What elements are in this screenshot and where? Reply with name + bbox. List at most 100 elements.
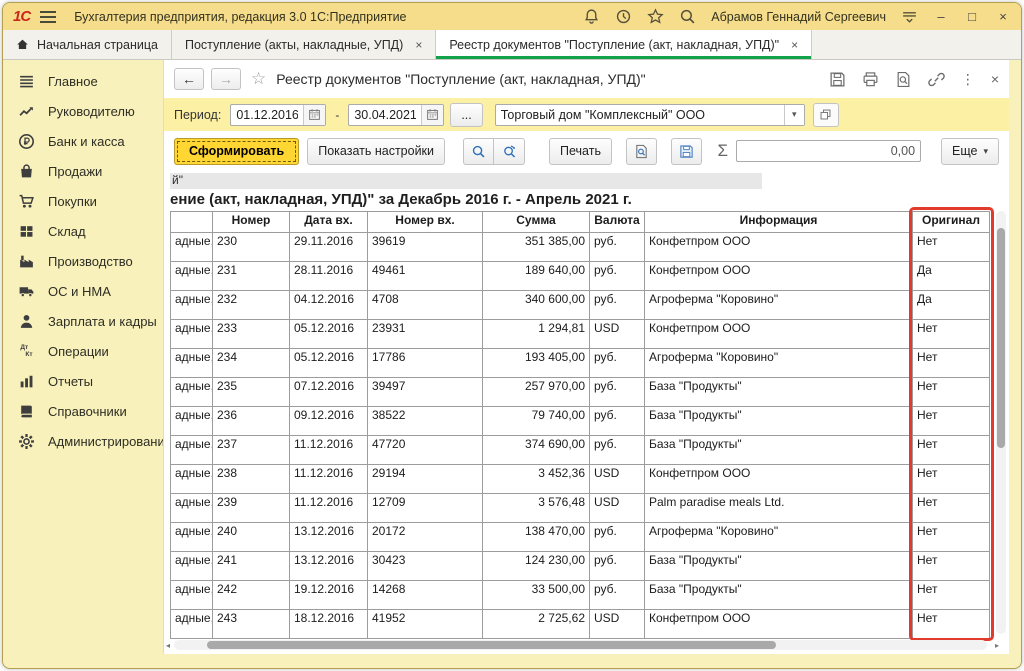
cell-info[interactable]: База "Продукты": [645, 581, 913, 610]
cell-original[interactable]: Нет: [913, 494, 990, 523]
cell-number-in[interactable]: 14268: [368, 581, 483, 610]
add-favorite-star-icon[interactable]: ☆: [251, 69, 266, 89]
cell-original[interactable]: Нет: [913, 378, 990, 407]
horizontal-scrollbar-thumb[interactable]: [207, 641, 776, 649]
tab-close-icon[interactable]: ×: [415, 38, 422, 52]
cell-number-in[interactable]: 23931: [368, 320, 483, 349]
cell-currency[interactable]: USD: [590, 465, 645, 494]
cell-currency[interactable]: USD: [590, 610, 645, 639]
print-button[interactable]: Печать: [549, 138, 612, 165]
cell-currency[interactable]: USD: [590, 320, 645, 349]
cell-sum[interactable]: 79 740,00: [483, 407, 590, 436]
date-from-input[interactable]: [231, 105, 303, 125]
sidebar-item-proizvodstvo[interactable]: Производство: [3, 246, 163, 276]
organization-open-icon[interactable]: [813, 103, 839, 127]
reset-search-icon[interactable]: [494, 138, 525, 165]
cell-number[interactable]: 234: [213, 349, 290, 378]
cell-sum[interactable]: 33 500,00: [483, 581, 590, 610]
sidebar-item-os-i-nma[interactable]: ОС и НМА: [3, 276, 163, 306]
cell-doctype[interactable]: адные,: [171, 378, 213, 407]
horizontal-scrollbar[interactable]: [174, 640, 987, 650]
cell-number[interactable]: 231: [213, 262, 290, 291]
cell-doctype[interactable]: адные,: [171, 291, 213, 320]
cell-original[interactable]: Нет: [913, 465, 990, 494]
cell-currency[interactable]: руб.: [590, 291, 645, 320]
calendar-icon[interactable]: [303, 105, 325, 125]
cell-doctype[interactable]: адные,: [171, 523, 213, 552]
close-form-icon[interactable]: ×: [991, 71, 999, 87]
cell-original[interactable]: Нет: [913, 610, 990, 639]
sidebar-item-otchety[interactable]: Отчеты: [3, 366, 163, 396]
cell-info[interactable]: База "Продукты": [645, 378, 913, 407]
cell-number[interactable]: 242: [213, 581, 290, 610]
main-menu-icon[interactable]: [40, 11, 56, 23]
cell-number[interactable]: 238: [213, 465, 290, 494]
cell-doctype[interactable]: адные,: [171, 465, 213, 494]
cell-number[interactable]: 236: [213, 407, 290, 436]
cell-number[interactable]: 237: [213, 436, 290, 465]
tab-postuplenie[interactable]: Поступление (акты, накладные, УПД) ×: [172, 30, 436, 59]
get-link-icon[interactable]: [928, 71, 945, 88]
cell-number-in[interactable]: 17786: [368, 349, 483, 378]
cell-number-in[interactable]: 49461: [368, 262, 483, 291]
back-button[interactable]: ←: [174, 68, 204, 90]
cell-info[interactable]: Конфетпром ООО: [645, 233, 913, 262]
cell-currency[interactable]: руб.: [590, 378, 645, 407]
cell-doctype[interactable]: адные,: [171, 581, 213, 610]
cell-sum[interactable]: 340 600,00: [483, 291, 590, 320]
cell-date-in[interactable]: 04.12.2016: [290, 291, 368, 320]
cell-info[interactable]: База "Продукты": [645, 436, 913, 465]
cell-number[interactable]: 239: [213, 494, 290, 523]
cell-date-in[interactable]: 13.12.2016: [290, 523, 368, 552]
sum-input[interactable]: [737, 141, 920, 161]
cell-number-in[interactable]: 38522: [368, 407, 483, 436]
cell-number[interactable]: 243: [213, 610, 290, 639]
sidebar-item-administrirovanie[interactable]: Администрирование: [3, 426, 163, 456]
cell-info[interactable]: База "Продукты": [645, 552, 913, 581]
col-info[interactable]: Информация: [645, 212, 913, 233]
sidebar-item-pokupki[interactable]: Покупки: [3, 186, 163, 216]
find-icon[interactable]: [463, 138, 494, 165]
sidebar-item-glavnoe[interactable]: Главное: [3, 66, 163, 96]
cell-date-in[interactable]: 09.12.2016: [290, 407, 368, 436]
cell-date-in[interactable]: 07.12.2016: [290, 378, 368, 407]
forward-button[interactable]: →: [211, 68, 241, 90]
preview-icon-button[interactable]: [626, 138, 657, 165]
favorites-star-icon[interactable]: [647, 8, 664, 25]
cell-date-in[interactable]: 13.12.2016: [290, 552, 368, 581]
cell-number[interactable]: 240: [213, 523, 290, 552]
service-menu-icon[interactable]: [901, 8, 918, 25]
cell-currency[interactable]: руб.: [590, 523, 645, 552]
history-icon[interactable]: [615, 8, 632, 25]
col-number-in[interactable]: Номер вх.: [368, 212, 483, 233]
more-actions-kebab-icon[interactable]: ⋮: [961, 71, 975, 88]
cell-sum[interactable]: 374 690,00: [483, 436, 590, 465]
cell-sum[interactable]: 351 385,00: [483, 233, 590, 262]
cell-original[interactable]: Нет: [913, 349, 990, 378]
scroll-right-arrow-icon[interactable]: ▸: [995, 641, 999, 650]
cell-date-in[interactable]: 05.12.2016: [290, 349, 368, 378]
cell-info[interactable]: База "Продукты": [645, 407, 913, 436]
cell-info[interactable]: Конфетпром ООО: [645, 320, 913, 349]
calendar-icon[interactable]: [421, 105, 443, 125]
cell-sum[interactable]: 124 230,00: [483, 552, 590, 581]
cell-sum[interactable]: 189 640,00: [483, 262, 590, 291]
chevron-down-icon[interactable]: ▾: [784, 105, 804, 125]
cell-date-in[interactable]: 18.12.2016: [290, 610, 368, 639]
cell-sum[interactable]: 257 970,00: [483, 378, 590, 407]
show-settings-button[interactable]: Показать настройки: [307, 138, 445, 165]
cell-currency[interactable]: руб.: [590, 436, 645, 465]
col-original[interactable]: Оригинал: [913, 212, 990, 233]
tab-home[interactable]: Начальная страница: [3, 30, 172, 59]
cell-sum[interactable]: 193 405,00: [483, 349, 590, 378]
cell-original[interactable]: Нет: [913, 233, 990, 262]
current-user[interactable]: Абрамов Геннадий Сергеевич: [711, 10, 886, 24]
sidebar-item-rukovoditelyu[interactable]: Руководителю: [3, 96, 163, 126]
cell-number[interactable]: 241: [213, 552, 290, 581]
cell-number-in[interactable]: 12709: [368, 494, 483, 523]
cell-info[interactable]: Конфетпром ООО: [645, 465, 913, 494]
cell-currency[interactable]: руб.: [590, 552, 645, 581]
cell-doctype[interactable]: адные,: [171, 610, 213, 639]
cell-date-in[interactable]: 19.12.2016: [290, 581, 368, 610]
sidebar-item-prodazhi[interactable]: Продажи: [3, 156, 163, 186]
